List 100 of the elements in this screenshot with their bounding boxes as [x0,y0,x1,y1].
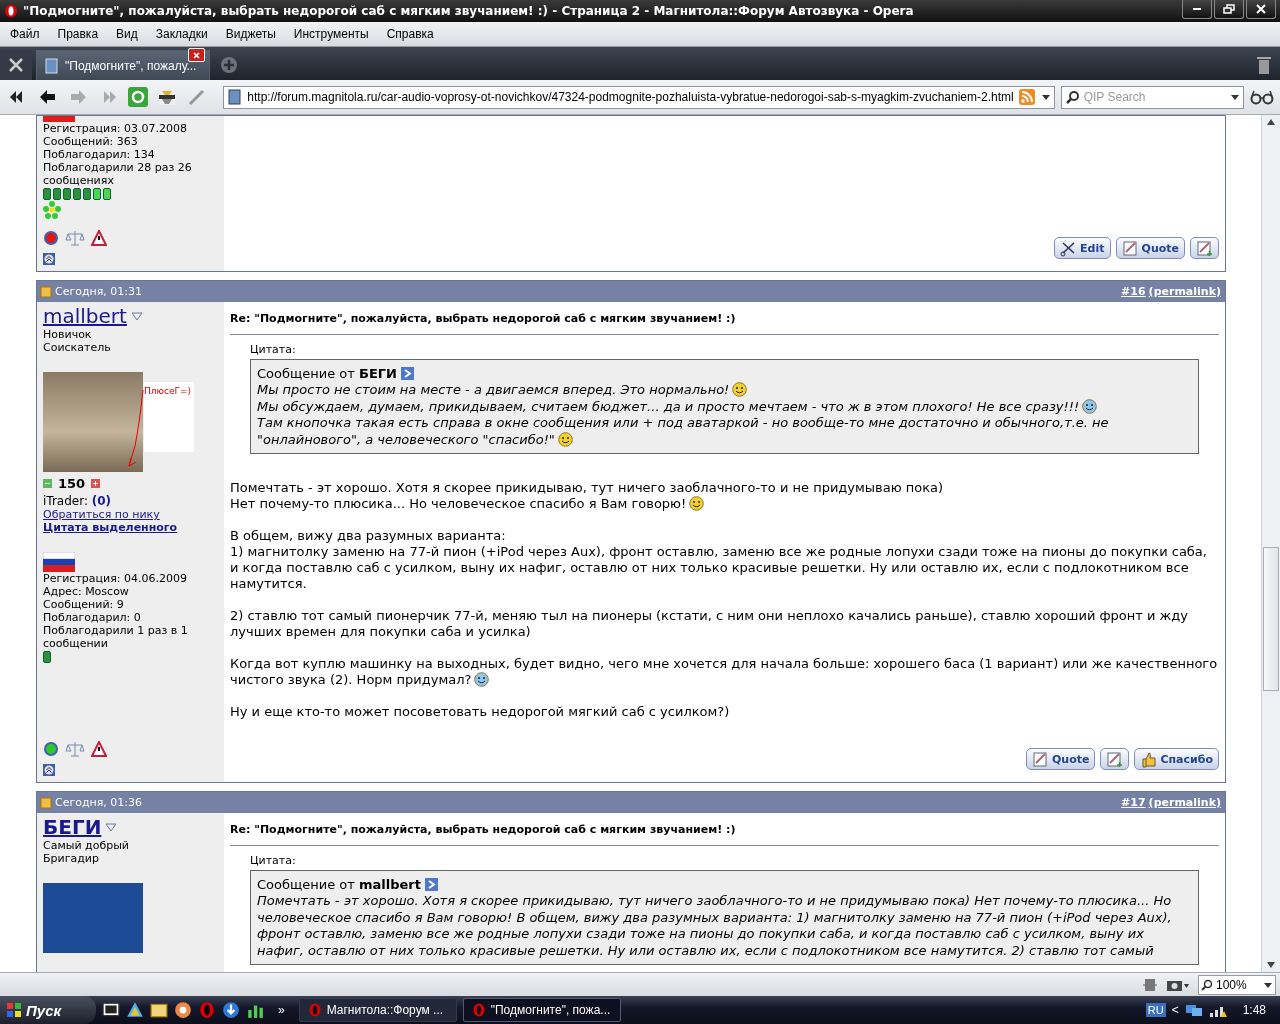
address-field[interactable]: http://forum.magnitola.ru/car-audio-voprosy-ot-novichkov/47324-podmognite-pozhaluista-vybratue-nedorogoi-sab-s-myagkim-zvuchaniem-2.html [223,85,1055,109]
user-stat: Поблагодарили 1 раз в 1 сообщении [43,624,189,650]
post-text: Нет почему-то плюсика... Но человеческое спасибо я Вам говорю! [230,496,687,511]
add-tab-icon[interactable] [220,56,238,74]
edit-button[interactable]: Edit [1054,237,1111,259]
close-button[interactable] [1246,0,1276,19]
opera-icon [471,1003,486,1017]
scroll-top-icon[interactable] [43,253,55,265]
quote-label: Цитата: [250,854,297,868]
menu-item[interactable]: Вид [116,27,147,41]
scales-icon[interactable] [65,229,85,247]
taskbar-window[interactable]: Магнитола::Форум ... [298,998,457,1022]
user-stat: Регистрация: 04.06.2009 [43,572,188,585]
taskbar-window[interactable]: "Подмогните", пожа... [462,998,621,1022]
post-icon [40,285,52,298]
smiley-icon [557,431,573,447]
quote-text: Мы просто не стоим на месте - а двигаемся вперед. Это нормально! [257,382,730,397]
multiquote-button[interactable] [1190,237,1219,259]
more-button[interactable]: » [278,1003,285,1017]
search-icon [1065,90,1080,104]
quote-label: Цитата: [250,343,297,357]
smiley-icon [474,672,490,687]
desktop-icon[interactable] [102,1001,120,1019]
itrader-link[interactable]: (0) [91,494,112,508]
menu-item[interactable]: Справка [386,27,443,41]
multiquote-button[interactable] [1100,748,1130,770]
thanks-button[interactable]: Спасибо [1134,748,1219,770]
menu-item[interactable]: Инструменты [293,27,378,41]
glasses-icon[interactable] [1250,89,1274,105]
user-stat: Адрес: Moscow [43,585,130,598]
user-title: Новичок [43,328,93,341]
view-post-icon[interactable] [425,878,439,891]
smiley-icon [1082,398,1098,414]
quote-text: человеческое спасибо я Вам говорю! В общем, вижу два разумных варианта: 1) магнитолку заменю на 77-й пион (+iPod через Aux), [257,909,1172,925]
post-text: 2) ставлю тот самый пионерчик 77-й, меняю тыл на пионеры (кстати, с ним они неплохо качались раньше), ставлю хороший фронт и жду лучших времен для покупки саба и усилка) [230,608,1188,639]
post-text: Помечтать - эт хорошо. Хотя я скорее прикидываю, тут ничего заоблачного-то и не придумываю пока) [230,480,944,495]
opera-icon[interactable] [198,1001,216,1019]
user-stat: Регистрация: 03.07.2008 [43,122,188,135]
flag-icon [43,116,75,122]
user-title: Бригадир [43,852,100,865]
post-icon [40,796,52,809]
menu-item[interactable]: Закладки [155,27,217,41]
language-indicator[interactable]: RU [1145,1003,1166,1017]
user-title: Самый добрый [43,839,130,852]
close-icon [193,51,200,59]
username-link[interactable]: mallbert [43,304,127,328]
warning-icon[interactable] [91,741,107,757]
download-icon[interactable] [222,1001,240,1019]
quote-button[interactable]: Quote [1115,237,1185,259]
user-stat: Поблагодарил: 134 [43,148,156,161]
menu-item[interactable]: Правка [57,27,108,41]
quote-text: Мы обсуждаем, думаем, прикидываем, считаем бюджет... да и просто мечтаем - что ж в этом плохого! Не все сразу!!! [257,398,1080,414]
close-icon [1255,4,1267,14]
smiley-icon [689,496,705,511]
user-stat: Поблагодарил: 0 [43,611,142,624]
user-stat: Сообщений: 363 [43,135,139,148]
post-subject: Re: "Подмогните", пожалуйста, выбрать недорогой саб с мягким звучанием! :) [230,306,1219,335]
menu-item[interactable]: Файл [10,27,49,41]
quote-author: БЕГИ [359,366,397,381]
triangle-icon[interactable] [126,1001,144,1019]
permalink-link[interactable]: (permalink) [1148,283,1221,300]
reload-button[interactable] [125,85,150,109]
tools-button[interactable] [0,50,32,80]
folder-icon[interactable] [150,1001,168,1019]
scroll-top-icon[interactable] [43,764,55,776]
trash-icon[interactable] [1256,55,1272,75]
profile-link[interactable]: Обратиться по нику [43,508,218,521]
browser-tab[interactable]: "Подмогните", пожалу... [36,50,210,80]
post-number-link[interactable]: #17 [1121,794,1146,811]
username-link[interactable]: БЕГИ [43,815,102,839]
zoom-field[interactable]: 100% [1198,974,1276,995]
menu-item[interactable]: Виджеты [225,27,285,41]
scales-icon[interactable] [65,740,85,758]
plus-icon[interactable] [91,479,101,488]
panel-icon[interactable] [1142,976,1158,993]
rss-icon [1018,89,1035,105]
maximize-button[interactable] [1214,0,1244,19]
tray-expand-button[interactable]: < [1171,1003,1179,1017]
itrader-label: iTrader: [43,494,88,508]
view-post-icon[interactable] [401,367,415,380]
quote-button[interactable]: Quote [1025,748,1096,770]
close-tab-button[interactable] [188,48,205,62]
quote-text: Помечтать - эт хорошо. Хотя я скорее прикидываю, тут ничего заоблачного-то и не придумываю пока) Нет почему-то плюсика... Но [257,893,1172,908]
user-stat: Поблагодарили 28 раз 26 сообщениях [43,161,193,187]
annotation-note: ПлюсеГ=) [144,382,194,452]
scrollbar-thumb[interactable] [1263,547,1279,691]
network-icon[interactable] [1184,1002,1203,1018]
globe-icon[interactable] [174,1001,192,1019]
start-button[interactable]: Пуск [0,996,96,1024]
minimize-button[interactable] [1182,0,1212,19]
post-number-link[interactable]: #16 [1121,283,1146,300]
quote-source: Сообщение от [257,366,355,381]
scrollbar[interactable] [1261,115,1280,972]
note-icon [1106,750,1124,768]
permalink-link[interactable]: (permalink) [1148,794,1221,811]
warning-icon[interactable] [91,230,107,246]
post-text: чистого звука (2). Норм придумал? [230,672,472,687]
quote-text: фронт оставлю, заменю все же родные лопухи сзади тоже на пионы до покупки саба, и когда поставлю саб с усилком, выну их [257,926,1144,941]
profile-link[interactable]: Цитата выделенного [43,521,218,534]
post-text: Ну и еще кто-то может посоветовать недорогой мягкий саб с усилком?) [230,704,730,719]
